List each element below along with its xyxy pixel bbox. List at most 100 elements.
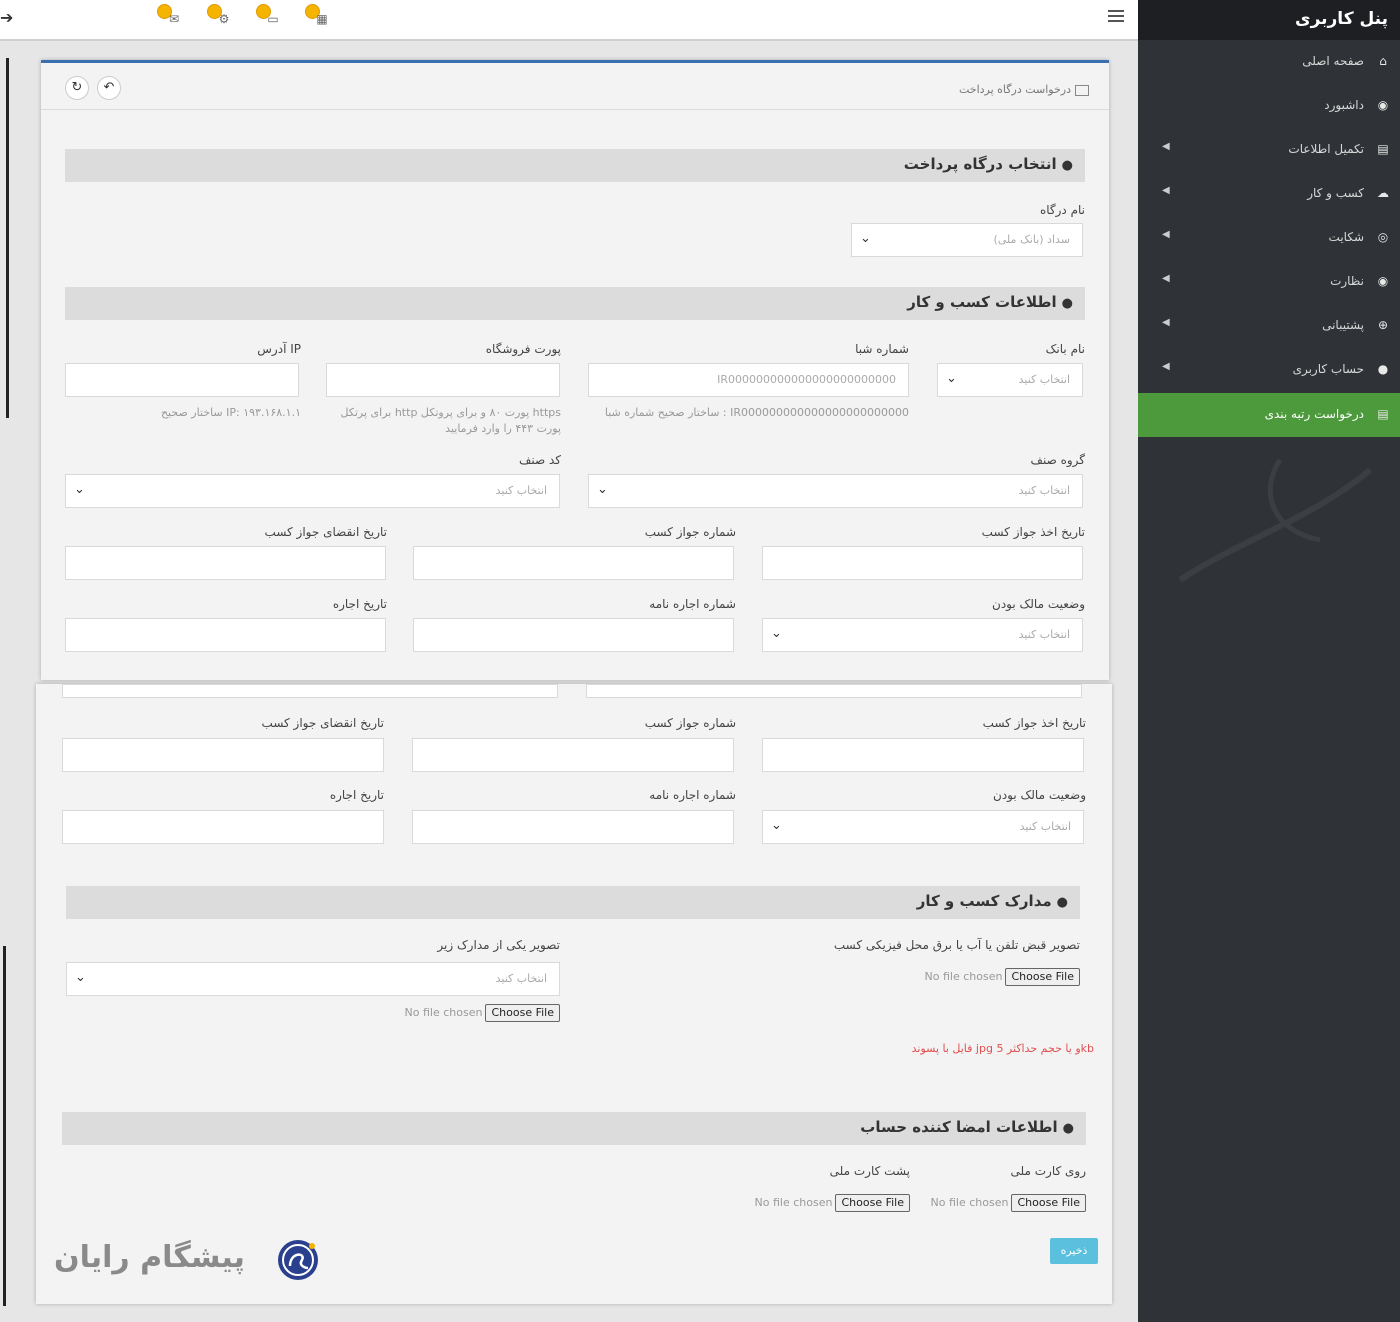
- guild-group-label: گروه صنف: [1030, 453, 1085, 467]
- back-button[interactable]: ↶: [97, 76, 121, 100]
- license-expiry-date-input[interactable]: [62, 738, 384, 772]
- caret-left-icon: ◀: [1162, 141, 1170, 152]
- sidebar-item-4[interactable]: ☁ کسب و کار ◀: [1138, 172, 1400, 216]
- divider: [41, 109, 1109, 110]
- user-icon: ●: [1061, 296, 1073, 311]
- license-issue-date-input[interactable]: [762, 738, 1084, 772]
- caret-left-icon: ◀: [1162, 317, 1170, 328]
- bank-name-select[interactable]: انتخاب کنید ⌄: [937, 363, 1083, 397]
- caret-left-icon: ◀: [1162, 361, 1170, 372]
- store-port-hint: برای پرتکل http پورت ۸۰ و برای پروتکل ht…: [340, 406, 561, 435]
- lease-number-input[interactable]: [413, 618, 734, 652]
- calendar-notification-icon[interactable]: ▦: [305, 4, 333, 30]
- bottom-form-panel: تاریخ اخذ جواز کسب شماره جواز کسب تاریخ …: [36, 684, 1112, 1304]
- support-notification-icon[interactable]: ⚙: [207, 4, 235, 30]
- sidebar-item-label: داشبورد: [1324, 98, 1364, 112]
- ownership-status-select[interactable]: انتخاب کنید ⌄: [762, 618, 1083, 652]
- chevron-down-icon: ⌄: [74, 482, 85, 497]
- store-port-input[interactable]: [326, 363, 560, 397]
- ownership-status-label: وضعیت مالک بودن: [993, 788, 1086, 802]
- chevron-down-icon: ⌄: [771, 818, 782, 833]
- license-number-input[interactable]: [413, 546, 734, 580]
- gateway-name-select[interactable]: سداد (بانک ملی) ⌄: [851, 223, 1083, 257]
- left-scroll-track-lower: [3, 946, 6, 1306]
- monitor-notification-icon[interactable]: ▭: [256, 4, 284, 30]
- section-documents: مدارک کسب و کار ●: [66, 886, 1080, 919]
- id-front-label: روی کارت ملی: [1010, 1164, 1086, 1178]
- sidebar-item-label: کسب و کار: [1307, 186, 1364, 200]
- lease-number-input[interactable]: [412, 810, 734, 844]
- license-number-input[interactable]: [412, 738, 734, 772]
- section-signer: اطلاعات امضا کننده حساب ●: [62, 1112, 1086, 1145]
- chevron-down-icon: ⌄: [771, 626, 782, 641]
- file-status: No file chosen: [754, 1196, 833, 1209]
- doc-type-placeholder: انتخاب کنید: [495, 972, 547, 985]
- doc-image-file-input[interactable]: No file chosen Choose File: [405, 1004, 560, 1022]
- logout-icon[interactable]: ➔: [0, 8, 13, 27]
- guild-group-placeholder: انتخاب کنید: [1018, 484, 1070, 497]
- sidebar-item-5[interactable]: ◎ شکایت ◀: [1138, 216, 1400, 260]
- ip-address-input[interactable]: [65, 363, 299, 397]
- id-back-file-input[interactable]: No file chosen Choose File: [755, 1194, 910, 1212]
- guild-group-select[interactable]: انتخاب کنید ⌄: [588, 474, 1083, 508]
- lease-date-label: تاریخ اجاره: [329, 788, 384, 802]
- chevron-down-icon: ⌄: [860, 231, 871, 246]
- watermark: پیشگام رایان: [54, 1234, 324, 1290]
- license-issue-date-label: تاریخ اخذ جواز کسب: [982, 716, 1086, 730]
- sheba-placeholder: IR000000000000000000000000: [717, 373, 896, 386]
- sidebar-item-1[interactable]: ⌂ صفحه اصلی: [1138, 40, 1400, 84]
- watermark-logo: [278, 1240, 318, 1280]
- sidebar-item-3[interactable]: ▤ تکمیل اطلاعات ◀: [1138, 128, 1400, 172]
- gateway-name-label: نام درگاه: [1039, 203, 1085, 217]
- caret-left-icon: ◀: [1162, 229, 1170, 240]
- section-gateway: انتخاب درگاه پرداخت ●: [65, 149, 1085, 182]
- dashboard-icon: ◉: [1377, 98, 1389, 112]
- file-status: No file chosen: [924, 970, 1003, 983]
- license-issue-date-input[interactable]: [762, 546, 1083, 580]
- eye-icon: ◉: [1377, 274, 1389, 288]
- menu-toggle-icon[interactable]: [1108, 10, 1124, 24]
- choose-file-button[interactable]: Choose File: [485, 1004, 560, 1022]
- guild-code-select-edge[interactable]: [62, 684, 558, 698]
- save-button[interactable]: ذخیره: [1050, 1238, 1098, 1264]
- sidebar-item-6[interactable]: ◉ نظارت ◀: [1138, 260, 1400, 304]
- section-business: اطلاعات کسب و کار ●: [65, 287, 1085, 320]
- sidebar-item-7[interactable]: ⊕ پشتیبانی ◀: [1138, 304, 1400, 348]
- sheba-input[interactable]: IR000000000000000000000000: [588, 363, 909, 397]
- ownership-status-select[interactable]: انتخاب کنید ⌄: [762, 810, 1084, 844]
- user-icon: ●: [1062, 1121, 1074, 1136]
- license-expiry-date-label: تاریخ انقضای جواز کسب: [261, 716, 384, 730]
- bill-image-file-input[interactable]: No file chosen Choose File: [925, 968, 1080, 986]
- mail-notification-icon[interactable]: ✉: [157, 4, 185, 30]
- user-icon: ●: [1056, 895, 1068, 910]
- guild-code-select[interactable]: انتخاب کنید ⌄: [65, 474, 560, 508]
- guild-code-placeholder: انتخاب کنید: [495, 484, 547, 497]
- ownership-status-placeholder: انتخاب کنید: [1019, 820, 1071, 833]
- lease-number-label: شماره اجاره نامه: [649, 788, 736, 802]
- breadcrumb: درخواست درگاه پرداخت: [959, 83, 1089, 96]
- sidebar-item-8[interactable]: ● حساب کاربری ◀: [1138, 348, 1400, 392]
- left-scroll-track: [6, 58, 9, 418]
- doc-type-select[interactable]: انتخاب کنید ⌄: [66, 962, 560, 996]
- home-icon: ⌂: [1379, 54, 1387, 68]
- id-front-file-input[interactable]: No file chosen Choose File: [931, 1194, 1086, 1212]
- refresh-button[interactable]: ↻: [65, 76, 89, 100]
- bank-name-placeholder: انتخاب کنید: [1018, 373, 1070, 386]
- license-expiry-date-input[interactable]: [65, 546, 386, 580]
- chevron-down-icon: ⌄: [946, 371, 957, 386]
- choose-file-button[interactable]: Choose File: [835, 1194, 910, 1212]
- caret-left-icon: ◀: [1162, 185, 1170, 196]
- choose-file-button[interactable]: Choose File: [1005, 968, 1080, 986]
- lease-date-input[interactable]: [65, 618, 386, 652]
- sidebar-title: پنل کاربری: [1138, 0, 1400, 40]
- lease-date-input[interactable]: [62, 810, 384, 844]
- file-status: No file chosen: [930, 1196, 1009, 1209]
- file-status: No file chosen: [404, 1006, 483, 1019]
- guild-group-select-edge[interactable]: [586, 684, 1082, 698]
- choose-file-button[interactable]: Choose File: [1011, 1194, 1086, 1212]
- sidebar-item-label: پشتیبانی: [1322, 318, 1364, 332]
- globe-icon: ◎: [1377, 230, 1389, 244]
- sidebar-item-2[interactable]: ◉ داشبورد: [1138, 84, 1400, 128]
- top-bar: ➔ ✉ ⚙ ▭ ▦: [0, 0, 1138, 41]
- doc-image-label: تصویر یکی از مدارک زیر: [437, 938, 560, 952]
